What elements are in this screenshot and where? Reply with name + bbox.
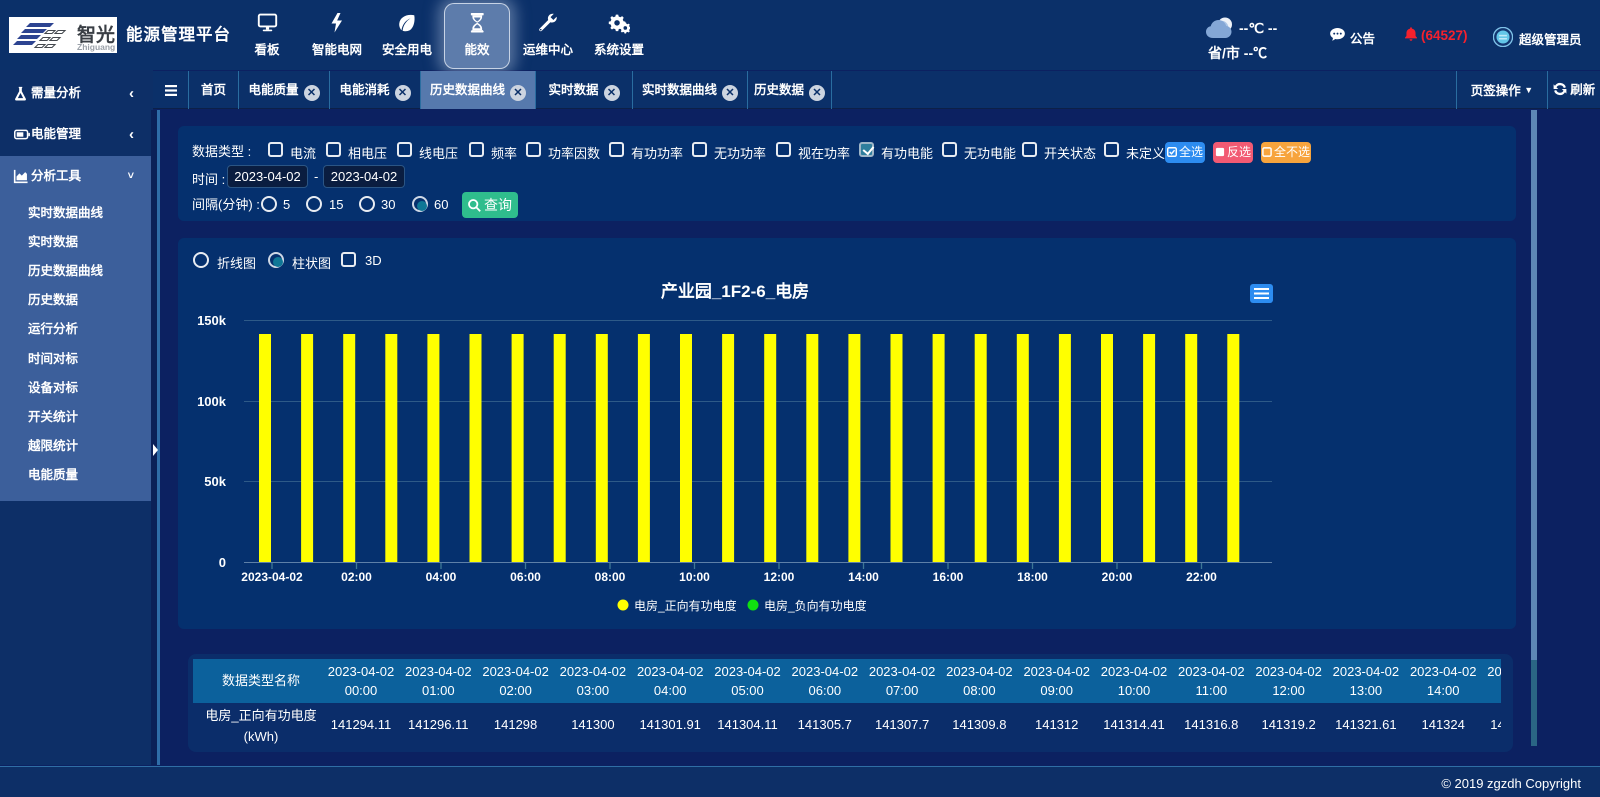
- svg-text:10:00: 10:00: [679, 570, 710, 584]
- svg-text:18:00: 18:00: [1017, 570, 1048, 584]
- svg-text:12:00: 12:00: [764, 570, 795, 584]
- svg-text:22:00: 22:00: [1186, 570, 1217, 584]
- svg-text:Zhiguang: Zhiguang: [77, 42, 115, 52]
- svg-text:电房_负向有功电度: 电房_负向有功电度: [764, 598, 867, 613]
- svg-text:20:00: 20:00: [1102, 570, 1133, 584]
- svg-text:16:00: 16:00: [933, 570, 964, 584]
- svg-text:150k: 150k: [197, 313, 227, 328]
- svg-text:电房_正向有功电度: 电房_正向有功电度: [634, 598, 737, 613]
- svg-text:产业园_1F2-6_电房: 产业园_1F2-6_电房: [661, 281, 809, 301]
- svg-text:14:00: 14:00: [848, 570, 879, 584]
- svg-text:2023-04-02: 2023-04-02: [241, 570, 303, 584]
- svg-text:100k: 100k: [197, 394, 227, 409]
- svg-text:0: 0: [219, 555, 226, 570]
- svg-text:06:00: 06:00: [510, 570, 541, 584]
- svg-text:50k: 50k: [204, 474, 226, 489]
- svg-text:02:00: 02:00: [341, 570, 372, 584]
- svg-text:04:00: 04:00: [426, 570, 457, 584]
- svg-text:08:00: 08:00: [595, 570, 626, 584]
